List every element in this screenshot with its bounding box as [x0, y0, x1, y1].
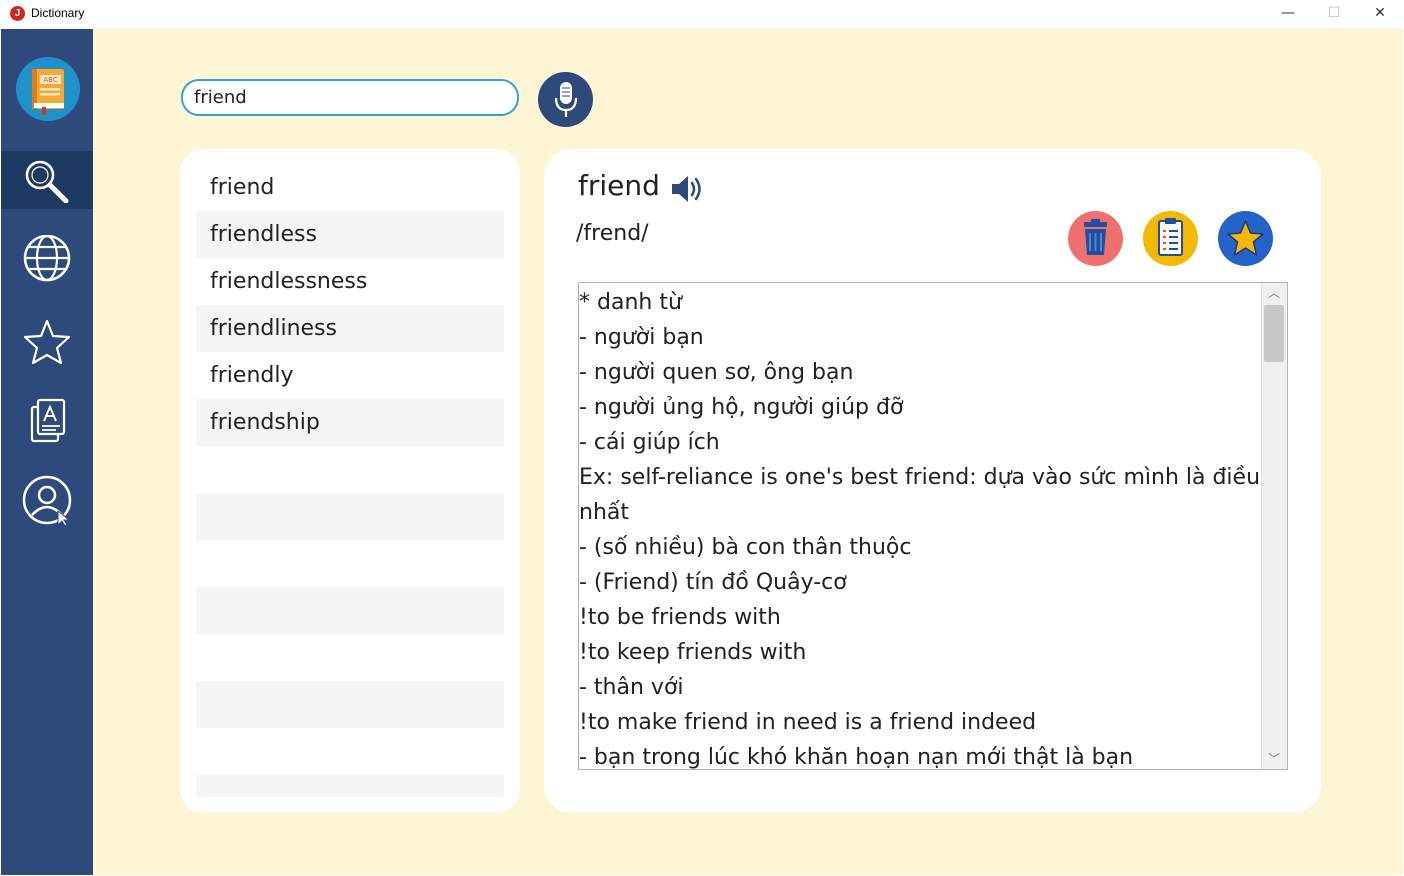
list-item-empty [196, 681, 504, 728]
definition-line: Ex: self-reliance is one's best friend: … [579, 465, 1263, 490]
list-item[interactable]: friendless [196, 211, 504, 258]
definition-line: - (số nhiều) bà con thân thuộc [579, 535, 912, 560]
app-icon: J [10, 6, 25, 21]
title-bar: J Dictionary — ☐ ✕ [0, 0, 1404, 29]
microphone-icon [554, 82, 578, 117]
minimize-button[interactable]: — [1265, 0, 1311, 29]
sidebar-item-search[interactable] [1, 151, 93, 209]
definition-line: - người quen sơ, ông bạn [579, 360, 854, 385]
list-item[interactable]: friendly [196, 352, 504, 399]
definition-line: - người ủng hộ, người giúp đỡ [579, 395, 904, 420]
sidebar: ABC [1, 29, 93, 875]
word-detail-panel: friend /frend/ * danh từ - người bạn - n… [544, 149, 1321, 813]
list-item-empty [196, 540, 504, 587]
definition-line: !to be friends with [579, 605, 781, 630]
definition-scrollbar[interactable]: ︿ ﹀ [1261, 283, 1287, 769]
list-item[interactable]: friendship [196, 399, 504, 446]
sidebar-item-edit[interactable] [1, 389, 93, 447]
star-filled-icon [1227, 220, 1264, 256]
sidebar-item-translate[interactable] [1, 229, 93, 287]
star-icon [23, 319, 71, 365]
list-item-empty [196, 446, 504, 493]
app-logo: ABC [16, 57, 80, 121]
scroll-down-arrow-icon[interactable]: ﹀ [1262, 749, 1286, 769]
sidebar-item-account[interactable] [1, 469, 93, 527]
search-input[interactable] [181, 79, 519, 116]
pronounce-button[interactable] [670, 173, 706, 209]
delete-button[interactable] [1068, 211, 1123, 266]
notes-button[interactable] [1143, 211, 1198, 266]
definition-line: !to keep friends with [579, 640, 807, 665]
scroll-thumb[interactable] [1264, 305, 1284, 362]
svg-text:ABC: ABC [43, 76, 57, 84]
list-item[interactable]: friendliness [196, 305, 504, 352]
main-content: friend friendless friendlessness friendl… [93, 29, 1403, 875]
speaker-icon [672, 176, 701, 202]
definition-box[interactable]: * danh từ - người bạn - người quen sơ, ô… [578, 282, 1288, 770]
close-button[interactable]: ✕ [1357, 0, 1403, 29]
maximize-button[interactable]: ☐ [1311, 0, 1357, 29]
phonetic: /frend/ [576, 221, 649, 246]
trash-icon [1084, 219, 1107, 255]
clipboard-icon [1158, 218, 1183, 256]
window-title: Dictionary [31, 6, 85, 20]
definition-line: - bạn trong lúc khó khăn hoạn nạn mới th… [579, 745, 1134, 770]
definition-line: !to make friend in need is a friend inde… [579, 710, 1037, 735]
word-list: friend friendless friendlessness friendl… [180, 149, 520, 813]
globe-icon [23, 235, 71, 282]
definition-line: - thân với [579, 675, 684, 700]
definition-line: - cái giúp ích [579, 430, 720, 455]
definition-line: * danh từ [579, 290, 682, 315]
sidebar-item-favorites[interactable] [1, 311, 93, 369]
list-item-empty [196, 634, 504, 681]
list-item[interactable]: friend [196, 164, 504, 211]
list-item-empty [196, 587, 504, 634]
search-icon [25, 160, 69, 203]
list-item-empty [196, 775, 504, 797]
list-item-empty [196, 728, 504, 775]
scroll-up-arrow-icon[interactable]: ︿ [1262, 283, 1286, 303]
list-item-empty [196, 493, 504, 540]
voice-search-button[interactable] [538, 72, 593, 127]
document-edit-icon [30, 398, 66, 443]
definition-line: - (Friend) tín đồ Quây-cơ [579, 570, 847, 595]
list-item[interactable]: friendlessness [196, 258, 504, 305]
definition-line: nhất [579, 500, 629, 525]
headword: friend [578, 169, 660, 202]
book-icon: ABC [32, 69, 64, 115]
definition-text: * danh từ - người bạn - người quen sơ, ô… [579, 285, 1263, 770]
favorite-button[interactable] [1218, 211, 1273, 266]
definition-line: - người bạn [579, 325, 704, 350]
user-account-icon [22, 475, 72, 527]
